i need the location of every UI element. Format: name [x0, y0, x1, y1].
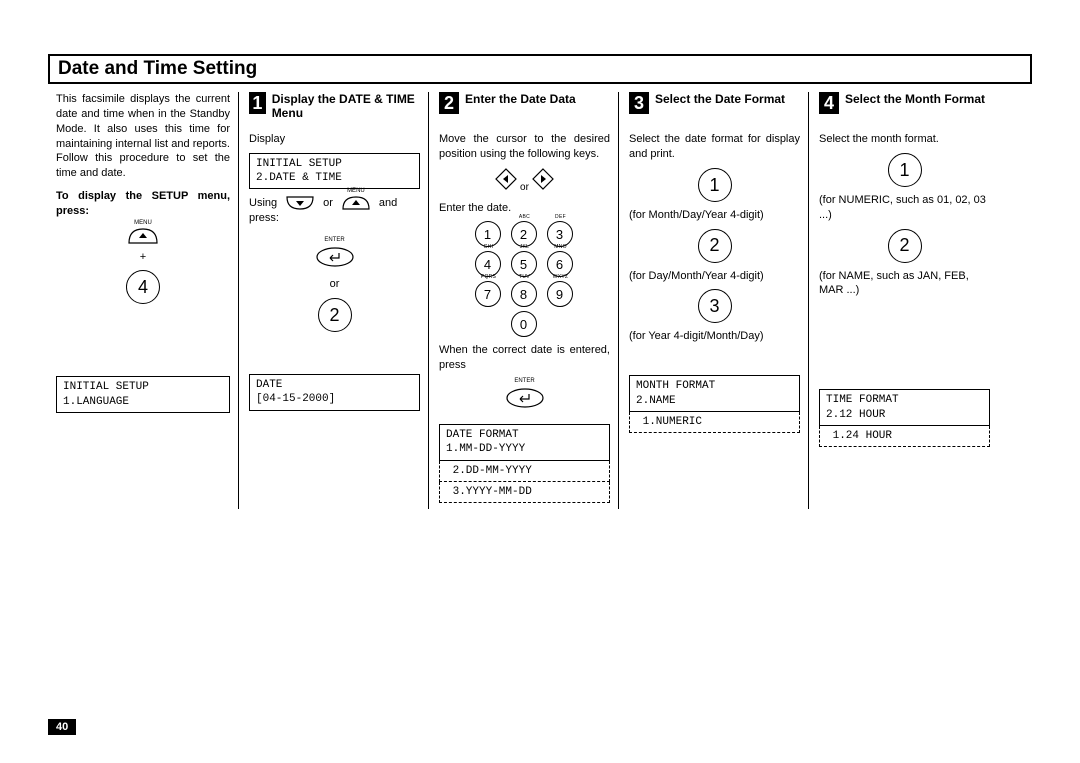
up-button-icon: MENU	[339, 195, 373, 211]
month-opt-1-key: 1	[888, 153, 922, 187]
step-1-column: 1 Display the DATE & TIME Menu Display I…	[238, 92, 428, 509]
opt-3-text: (for Year 4-digit/Month/Day)	[629, 329, 800, 344]
or-label-1: or	[323, 196, 333, 211]
keypad-4-icon: 4	[126, 270, 160, 304]
step-4-badge: 4	[819, 92, 839, 114]
display-label: Display	[249, 132, 420, 147]
and-label: and	[379, 196, 397, 211]
intro-column: This facsimile displays the current date…	[48, 92, 238, 509]
entered-press-label: When the correct date is entered, press	[439, 343, 610, 373]
lcd-date-format-opt2: 2.DD-MM-YYYY	[439, 461, 610, 482]
lcd-date-format: DATE FORMAT 1.MM-DD-YYYY	[439, 424, 610, 461]
lcd-date-format-opt3: 3.YYYY-MM-DD	[439, 482, 610, 503]
lcd-date: DATE [04-15-2000]	[249, 374, 420, 411]
right-arrow-icon	[532, 181, 554, 193]
columns: This facsimile displays the current date…	[48, 92, 1032, 509]
month-opt-2-key: 2	[888, 229, 922, 263]
opt-3-key: 3	[698, 289, 732, 323]
month-opt-1-text: (for NUMERIC, such as 01, 02, 03 ...)	[819, 193, 990, 223]
step-2-title: Enter the Date Data	[465, 92, 576, 106]
step-3-title: Select the Date Format	[655, 92, 785, 106]
page-number: 40	[48, 719, 76, 735]
lcd-time-format-opt: 1.24 HOUR	[819, 426, 990, 447]
press-label: press:	[249, 211, 420, 226]
lcd-date-time: INITIAL SETUP 2.DATE & TIME	[249, 153, 420, 190]
or-label-2: or	[249, 277, 420, 292]
lcd-month-format-opt: 1.NUMERIC	[629, 412, 800, 433]
step-1-badge: 1	[249, 92, 266, 114]
select-date-para: Select the date format for display and p…	[629, 132, 800, 162]
or-label-3: or	[520, 182, 529, 193]
plus-symbol: +	[56, 250, 230, 265]
step-3-column: 3 Select the Date Format Select the date…	[618, 92, 808, 509]
step-4-title: Select the Month Format	[845, 92, 985, 106]
lcd-time-format: TIME FORMAT 2.12 HOUR	[819, 389, 990, 426]
opt-2-key: 2	[698, 229, 732, 263]
keypad-2-icon: 2	[318, 298, 352, 332]
enter-date-label: Enter the date.	[439, 201, 610, 216]
step-2-column: 2 Enter the Date Data Move the cursor to…	[428, 92, 618, 509]
keypad-icon: 1 ABC2 DEF3 GHI4 JKL5 MNO6 PQRS7 TUV8 WX…	[439, 221, 610, 337]
opt-2-text: (for Day/Month/Year 4-digit)	[629, 269, 800, 284]
enter-button-icon-2: ENTER	[505, 377, 545, 414]
using-label: Using	[249, 196, 277, 211]
lcd-initial-setup: INITIAL SETUP 1.LANGUAGE	[56, 376, 230, 413]
step-3-badge: 3	[629, 92, 649, 114]
left-arrow-icon	[495, 181, 520, 193]
step-4-column: 4 Select the Month Format Select the mon…	[808, 92, 998, 509]
lcd-month-format: MONTH FORMAT 2.NAME	[629, 375, 800, 412]
step-1-title: Display the DATE & TIME Menu	[272, 92, 420, 121]
setup-instruction: To display the SETUP menu, press:	[56, 189, 230, 219]
menu-button-icon: MENU	[125, 227, 161, 245]
opt-1-key: 1	[698, 168, 732, 202]
manual-page: Date and Time Setting This facsimile dis…	[0, 0, 1080, 763]
month-opt-2-text: (for NAME, such as JAN, FEB, MAR ...)	[819, 269, 990, 299]
page-title: Date and Time Setting	[48, 54, 1032, 84]
enter-button-icon: ENTER	[315, 236, 355, 273]
step-2-badge: 2	[439, 92, 459, 114]
down-button-icon	[283, 195, 317, 211]
select-month-para: Select the month format.	[819, 132, 990, 147]
intro-paragraph: This facsimile displays the current date…	[56, 92, 230, 181]
opt-1-text: (for Month/Day/Year 4-digit)	[629, 208, 800, 223]
cursor-instruction: Move the cursor to the desired position …	[439, 132, 610, 162]
